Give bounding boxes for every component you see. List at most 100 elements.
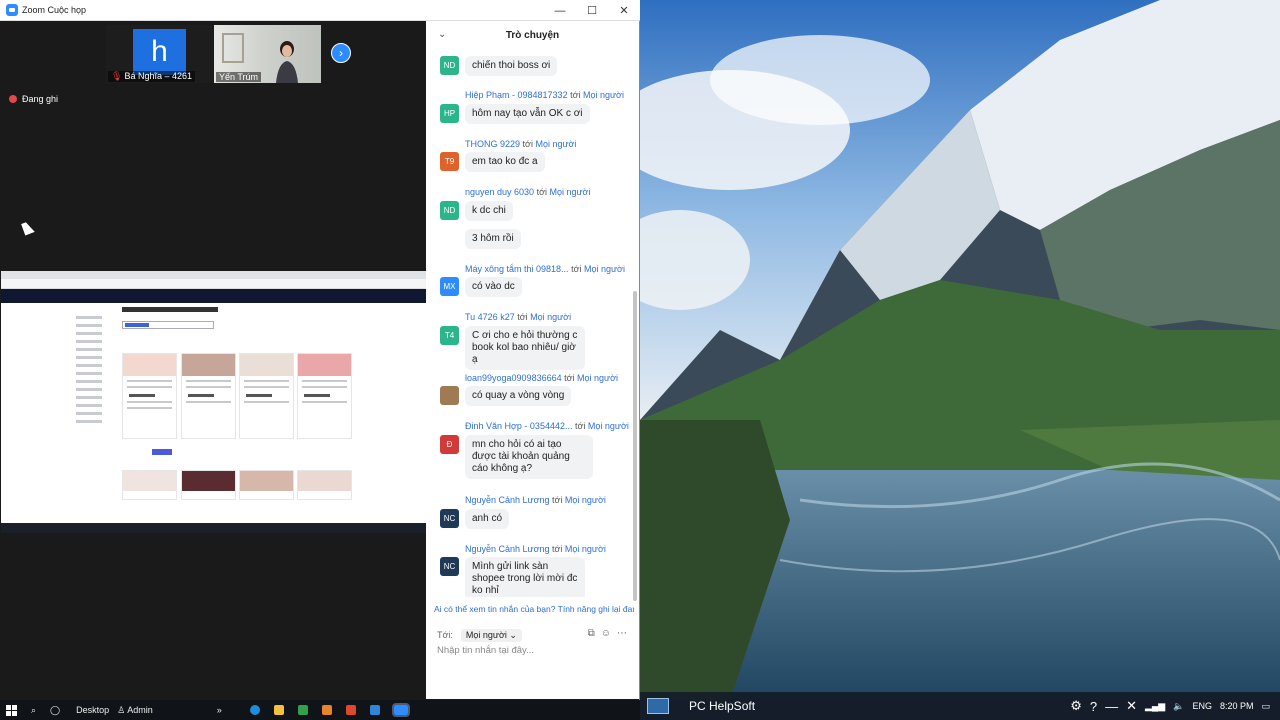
message-bubble: có vào dc xyxy=(465,277,522,297)
sender-avatar: NC xyxy=(440,509,459,528)
admin-toolbar-label[interactable]: Admin xyxy=(127,705,153,715)
more-options-icon[interactable]: ⋯ xyxy=(617,628,627,639)
sender-avatar: T9 xyxy=(440,152,459,171)
sender-avatar: NC xyxy=(440,557,459,576)
wallpaper-landscape xyxy=(640,0,1280,700)
start-button[interactable] xyxy=(6,704,17,716)
gear-icon[interactable]: ⚙ xyxy=(1070,698,1082,714)
windows-taskbar: ⌕ ◯ Desktop ♙ Admin » xyxy=(0,700,640,720)
sender-avatar: MX xyxy=(440,277,459,296)
system-tray: ⚙ ? — ✕ ▂▄▆ 🔈 ENG 8:20 PM ▭ xyxy=(1070,692,1270,720)
recipient-dropdown[interactable]: Mọi người ⌄ xyxy=(460,628,522,642)
message-sender: Tu 4726 k27 tới Mọi người xyxy=(465,312,572,322)
participant-name-label: 🎙 Bá Nghĩa – 4261 xyxy=(108,71,195,82)
shared-creator-card xyxy=(239,353,294,439)
chat-recipient-row: Tới: Mọi người ⌄ ⧉ ☺ ⋯ xyxy=(437,628,627,642)
recording-indicator: Đang ghi xyxy=(9,94,58,104)
desktop-toolbar-label[interactable]: Desktop xyxy=(76,705,109,715)
file-icon[interactable]: ⧉ xyxy=(588,628,595,639)
message-bubble: anh có xyxy=(465,509,510,529)
next-participants-button[interactable]: › xyxy=(331,43,351,63)
shared-page-heading xyxy=(122,307,218,312)
chat-recording-notice[interactable]: Ai có thể xem tin nhắn của bạn? Tính năn… xyxy=(434,604,634,614)
pc-name-label: PC HelpSoft xyxy=(689,699,756,713)
participant-thumbnail[interactable]: h 🎙 Bá Nghĩa – 4261 xyxy=(106,25,213,83)
shared-creator-card xyxy=(297,470,352,500)
message-bubble: k dc chi xyxy=(465,201,513,221)
app-icon[interactable] xyxy=(297,705,308,715)
maximize-button[interactable]: ☐ xyxy=(576,0,608,21)
mouse-cursor-icon xyxy=(21,220,35,236)
window-title: Zoom Cuộc họp xyxy=(22,5,87,15)
emoji-icon[interactable]: ☺ xyxy=(601,628,611,639)
close-button[interactable]: ✕ xyxy=(608,0,640,21)
search-icon[interactable]: ⌕ xyxy=(31,705,36,716)
help-icon[interactable]: ? xyxy=(1090,699,1097,714)
message-sender: THONG 9229 tới Mọi người xyxy=(465,139,577,149)
video-background-shelf xyxy=(222,33,244,63)
clock[interactable]: 8:20 PM xyxy=(1220,701,1254,711)
edge-icon[interactable] xyxy=(249,705,260,715)
chevron-down-icon[interactable]: ⌄ xyxy=(438,29,446,40)
shared-confirm-button xyxy=(152,449,172,455)
message-bubble: chiến thoi boss ơi xyxy=(465,56,558,76)
mic-muted-icon: 🎙 xyxy=(111,71,123,81)
app-icon[interactable] xyxy=(369,705,380,715)
video-area: h 🎙 Bá Nghĩa – 4261 Yến Trúm › Đang ghi xyxy=(0,21,426,700)
shared-taskbar xyxy=(1,523,426,533)
sender-avatar: ND xyxy=(440,56,459,75)
monitor-icon xyxy=(647,698,669,714)
chat-message-input[interactable]: Nhập tin nhắn tại đây... xyxy=(437,645,534,656)
message-bubble: Mình gửi link sàn shopee trong lời mời đ… xyxy=(465,557,585,597)
shared-address-bar xyxy=(1,279,426,289)
sender-avatar xyxy=(440,386,459,405)
app-icon[interactable] xyxy=(345,705,356,715)
chat-panel: ⌄ Trò chuyện ND chiến thoi boss ơi Hiệp … xyxy=(426,21,639,699)
remote-desktop-bar: PC HelpSoft ⚙ ? — ✕ ▂▄▆ 🔈 ENG 8:20 PM ▭ xyxy=(640,692,1280,720)
message-bubble: em tao ko đc a xyxy=(465,152,545,172)
sender-avatar: ND xyxy=(440,201,459,220)
participant-name-label: Yến Trúm xyxy=(216,72,262,82)
volume-icon[interactable]: 🔈 xyxy=(1173,701,1184,712)
to-label: Tới: xyxy=(437,630,453,640)
chat-header: ⌄ Trò chuyện xyxy=(426,21,639,49)
app-icon[interactable] xyxy=(321,705,332,715)
zoom-logo-icon xyxy=(6,4,18,16)
shared-creator-card xyxy=(181,353,236,439)
minimize-button[interactable]: — xyxy=(544,0,576,21)
zoom-taskbar-icon[interactable] xyxy=(391,703,410,717)
close-icon[interactable]: ✕ xyxy=(1126,698,1137,714)
chat-message-list[interactable]: ND chiến thoi boss ơi Hiệp Phạm - 098481… xyxy=(426,49,639,597)
minimize-icon[interactable]: — xyxy=(1105,699,1118,714)
message-sender: loan99yoga0909836664 tới Mọi người xyxy=(465,373,618,383)
shared-creator-card xyxy=(122,353,177,439)
shared-creator-card xyxy=(181,470,236,500)
shared-search-box xyxy=(122,321,214,329)
participant-avatar: h xyxy=(133,29,186,75)
shared-creator-card xyxy=(239,470,294,500)
participant-video-person xyxy=(276,41,298,83)
network-icon[interactable]: ▂▄▆ xyxy=(1145,701,1165,712)
user-icon: ♙ xyxy=(117,704,126,715)
notifications-icon[interactable]: ▭ xyxy=(1261,701,1270,712)
participant-thumbnail[interactable]: Yến Trúm xyxy=(214,25,321,83)
toolbar-overflow-icon[interactable]: » xyxy=(217,705,222,715)
message-sender: nguyen duy 6030 tới Mọi người xyxy=(465,187,591,197)
window-titlebar[interactable]: Zoom Cuộc họp — ☐ ✕ xyxy=(0,0,640,21)
file-explorer-icon[interactable] xyxy=(273,705,284,715)
message-bubble: 3 hôm rồi xyxy=(465,229,521,249)
language-indicator[interactable]: ENG xyxy=(1192,701,1212,711)
message-bubble: mn cho hỏi có ai tạo được tài khoản quản… xyxy=(465,435,593,479)
cortana-icon[interactable]: ◯ xyxy=(50,705,60,716)
message-sender: Hiệp Phạm - 0984817332 tới Mọi người xyxy=(465,90,624,100)
chat-title: Trò chuyện xyxy=(505,29,560,41)
message-bubble: hôm nay tạo vẫn OK c ơi xyxy=(465,104,590,124)
recording-dot-icon xyxy=(9,95,17,103)
chat-scrollbar[interactable] xyxy=(633,291,637,601)
shared-sidebar xyxy=(76,311,114,481)
sender-avatar: Đ xyxy=(440,435,459,454)
zoom-meeting-window: Zoom Cuộc họp — ☐ ✕ h 🎙 Bá Nghĩa – 4261 Y… xyxy=(0,0,640,700)
shared-creator-card xyxy=(297,353,352,439)
message-sender: Máy xông tắm thi 09818... tới Mọi người xyxy=(465,264,625,274)
message-sender: Đinh Văn Hợp - 0354442... tới Mọi người xyxy=(465,421,629,431)
